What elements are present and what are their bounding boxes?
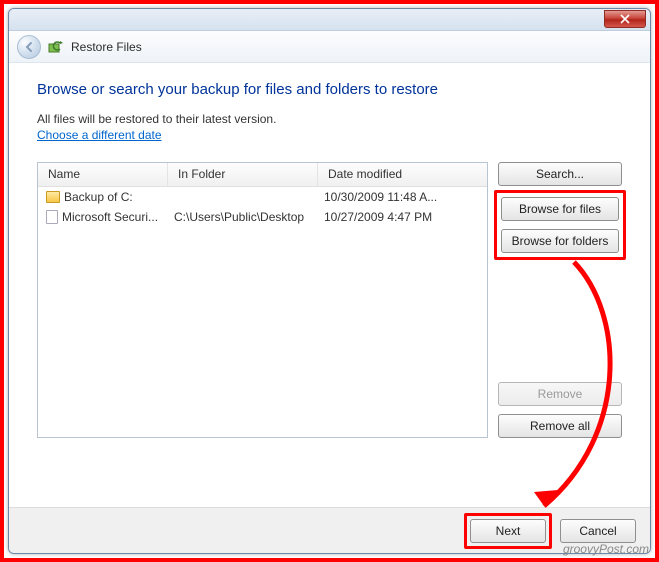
file-list[interactable]: Name In Folder Date modified Backup of C… (37, 162, 488, 438)
content-area: Browse or search your backup for files a… (9, 63, 650, 450)
column-folder[interactable]: In Folder (168, 163, 318, 186)
row-name: Microsoft Securi... (62, 210, 158, 224)
dialog-window: Restore Files Browse or search your back… (8, 8, 651, 554)
column-date[interactable]: Date modified (318, 163, 487, 186)
back-arrow-icon (23, 41, 35, 53)
restore-files-icon (47, 38, 65, 56)
next-button[interactable]: Next (470, 519, 546, 543)
list-item[interactable]: Backup of C: 10/30/2009 11:48 A... (38, 187, 487, 207)
search-button[interactable]: Search... (498, 162, 622, 186)
close-button[interactable] (604, 10, 646, 28)
remove-all-button[interactable]: Remove all (498, 414, 622, 438)
browse-files-button[interactable]: Browse for files (501, 197, 619, 221)
window-title: Restore Files (71, 40, 142, 54)
annotation-browse-highlight: Browse for files Browse for folders (494, 190, 626, 260)
row-folder: C:\Users\Public\Desktop (168, 210, 318, 224)
browse-folders-button[interactable]: Browse for folders (501, 229, 619, 253)
version-subtext: All files will be restored to their late… (37, 112, 622, 126)
body-row: Name In Folder Date modified Backup of C… (37, 162, 622, 438)
row-date: 10/30/2009 11:48 A... (318, 190, 487, 204)
column-name[interactable]: Name (38, 163, 168, 186)
row-name: Backup of C: (64, 190, 133, 204)
cancel-button[interactable]: Cancel (560, 519, 636, 543)
titlebar (9, 9, 650, 31)
back-button[interactable] (17, 35, 41, 59)
choose-date-link[interactable]: Choose a different date (37, 128, 162, 142)
remove-button: Remove (498, 382, 622, 406)
annotation-outer-highlight: Restore Files Browse or search your back… (0, 0, 659, 562)
file-icon (46, 210, 58, 224)
close-icon (620, 14, 630, 24)
list-header: Name In Folder Date modified (38, 163, 487, 187)
list-item[interactable]: Microsoft Securi... C:\Users\Public\Desk… (38, 207, 487, 227)
side-buttons: Search... Browse for files Browse for fo… (498, 162, 622, 438)
footer: Next Cancel (9, 507, 650, 553)
list-rows: Backup of C: 10/30/2009 11:48 A... Micro… (38, 187, 487, 437)
page-heading: Browse or search your backup for files a… (37, 81, 622, 98)
row-date: 10/27/2009 4:47 PM (318, 210, 487, 224)
annotation-next-highlight: Next (464, 513, 552, 549)
folder-icon (46, 191, 60, 203)
remove-group: Remove Remove all (498, 382, 622, 438)
header-nav: Restore Files (9, 31, 650, 63)
